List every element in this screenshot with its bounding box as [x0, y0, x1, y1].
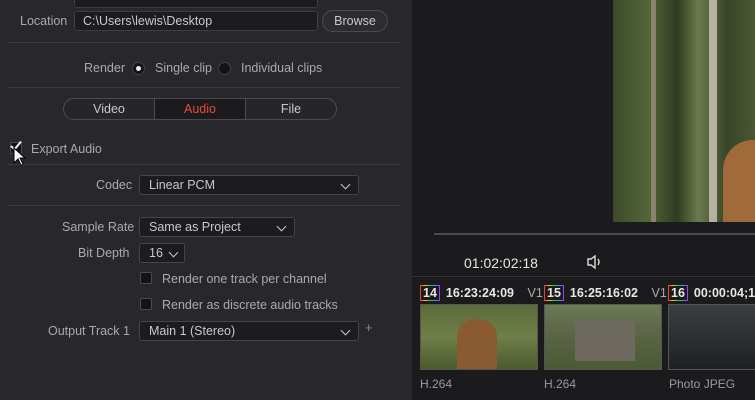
clip-thumbnail[interactable] — [420, 304, 538, 370]
codec-dropdown[interactable]: Linear PCM — [139, 175, 359, 195]
output-track-value: Main 1 (Stereo) — [149, 324, 236, 338]
tree-trunk — [709, 0, 717, 222]
sample-rate-label: Sample Rate — [62, 220, 135, 234]
clip-codec: H.264 — [420, 377, 453, 391]
divider — [8, 164, 400, 165]
divider — [8, 42, 400, 43]
discrete-audio-tracks-checkbox[interactable] — [140, 298, 152, 310]
browse-button[interactable]: Browse — [322, 10, 388, 32]
timeline-divider — [412, 276, 755, 277]
one-track-per-channel-checkbox[interactable] — [140, 272, 152, 284]
bit-depth-dropdown[interactable]: 16 — [139, 243, 185, 263]
divider — [8, 87, 400, 88]
clip-header[interactable]: 16 00:00:04;19 — [668, 285, 755, 301]
clip-timecode: 00:00:04;19 — [693, 286, 755, 300]
render-label: Render — [84, 61, 125, 75]
clip-track: V1 — [651, 286, 667, 300]
clip-codec: Photo JPEG — [669, 377, 736, 391]
location-input[interactable]: C:\Users\lewis\Desktop — [74, 11, 318, 31]
clip-codec: H.264 — [544, 377, 577, 391]
tab-file[interactable]: File — [245, 98, 337, 120]
output-track-label: Output Track 1 — [48, 324, 130, 338]
sample-rate-value: Same as Project — [149, 220, 241, 234]
render-settings-panel: Location C:\Users\lewis\Desktop Browse R… — [0, 0, 412, 400]
discrete-audio-tracks-label[interactable]: Render as discrete audio tracks — [162, 298, 338, 312]
sample-rate-dropdown[interactable]: Same as Project — [139, 217, 295, 237]
clip-thumbnail[interactable] — [668, 304, 755, 370]
clip-timecode: 16:23:24:09 — [445, 286, 515, 300]
viewer-timecode: 01:02:02:18 — [464, 255, 538, 271]
clip-number-badge: 16 — [668, 285, 688, 301]
clip-header[interactable]: 15 16:25:16:02 V1 — [544, 285, 667, 301]
clip-number-badge: 15 — [544, 285, 564, 301]
individual-clips-radio[interactable] — [218, 62, 231, 75]
building-shape — [575, 321, 635, 361]
single-clip-radio[interactable] — [132, 62, 145, 75]
top-field-partial[interactable] — [74, 0, 318, 8]
bit-depth-label: Bit Depth — [78, 246, 130, 260]
codec-value: Linear PCM — [149, 178, 215, 192]
single-clip-label[interactable]: Single clip — [155, 61, 212, 75]
location-label: Location — [20, 14, 68, 28]
tab-video[interactable]: Video — [63, 98, 155, 120]
clip-track: V1 — [527, 286, 543, 300]
chevron-down-icon — [340, 179, 351, 190]
divider — [8, 205, 400, 206]
codec-label: Codec — [96, 178, 133, 192]
viewer-scrubber[interactable] — [434, 233, 755, 235]
speaker-icon[interactable] — [586, 254, 604, 270]
individual-clips-label[interactable]: Individual clips — [241, 61, 322, 75]
one-track-per-channel-label[interactable]: Render one track per channel — [162, 272, 327, 286]
chevron-down-icon — [168, 247, 179, 258]
clip-number-badge: 14 — [420, 285, 440, 301]
clip-timecode: 16:25:16:02 — [569, 286, 639, 300]
chevron-down-icon — [340, 325, 351, 336]
person-figure — [457, 319, 497, 369]
viewer-panel: 01:02:02:18 14 16:23:24:09 V1 H.264 15 16:… — [412, 0, 755, 400]
clip-header[interactable]: 14 16:23:24:09 V1 — [420, 285, 543, 301]
export-audio-label[interactable]: Export Audio — [31, 142, 102, 156]
chevron-down-icon — [276, 221, 287, 232]
output-track-dropdown[interactable]: Main 1 (Stereo) — [139, 321, 359, 341]
tree-trunk — [651, 0, 656, 222]
person-figure — [723, 140, 755, 222]
viewer-image — [613, 0, 755, 222]
clip-thumbnail[interactable] — [544, 304, 662, 370]
bit-depth-value: 16 — [149, 246, 163, 260]
tab-audio[interactable]: Audio — [154, 98, 246, 120]
add-track-button[interactable]: + — [365, 321, 372, 335]
